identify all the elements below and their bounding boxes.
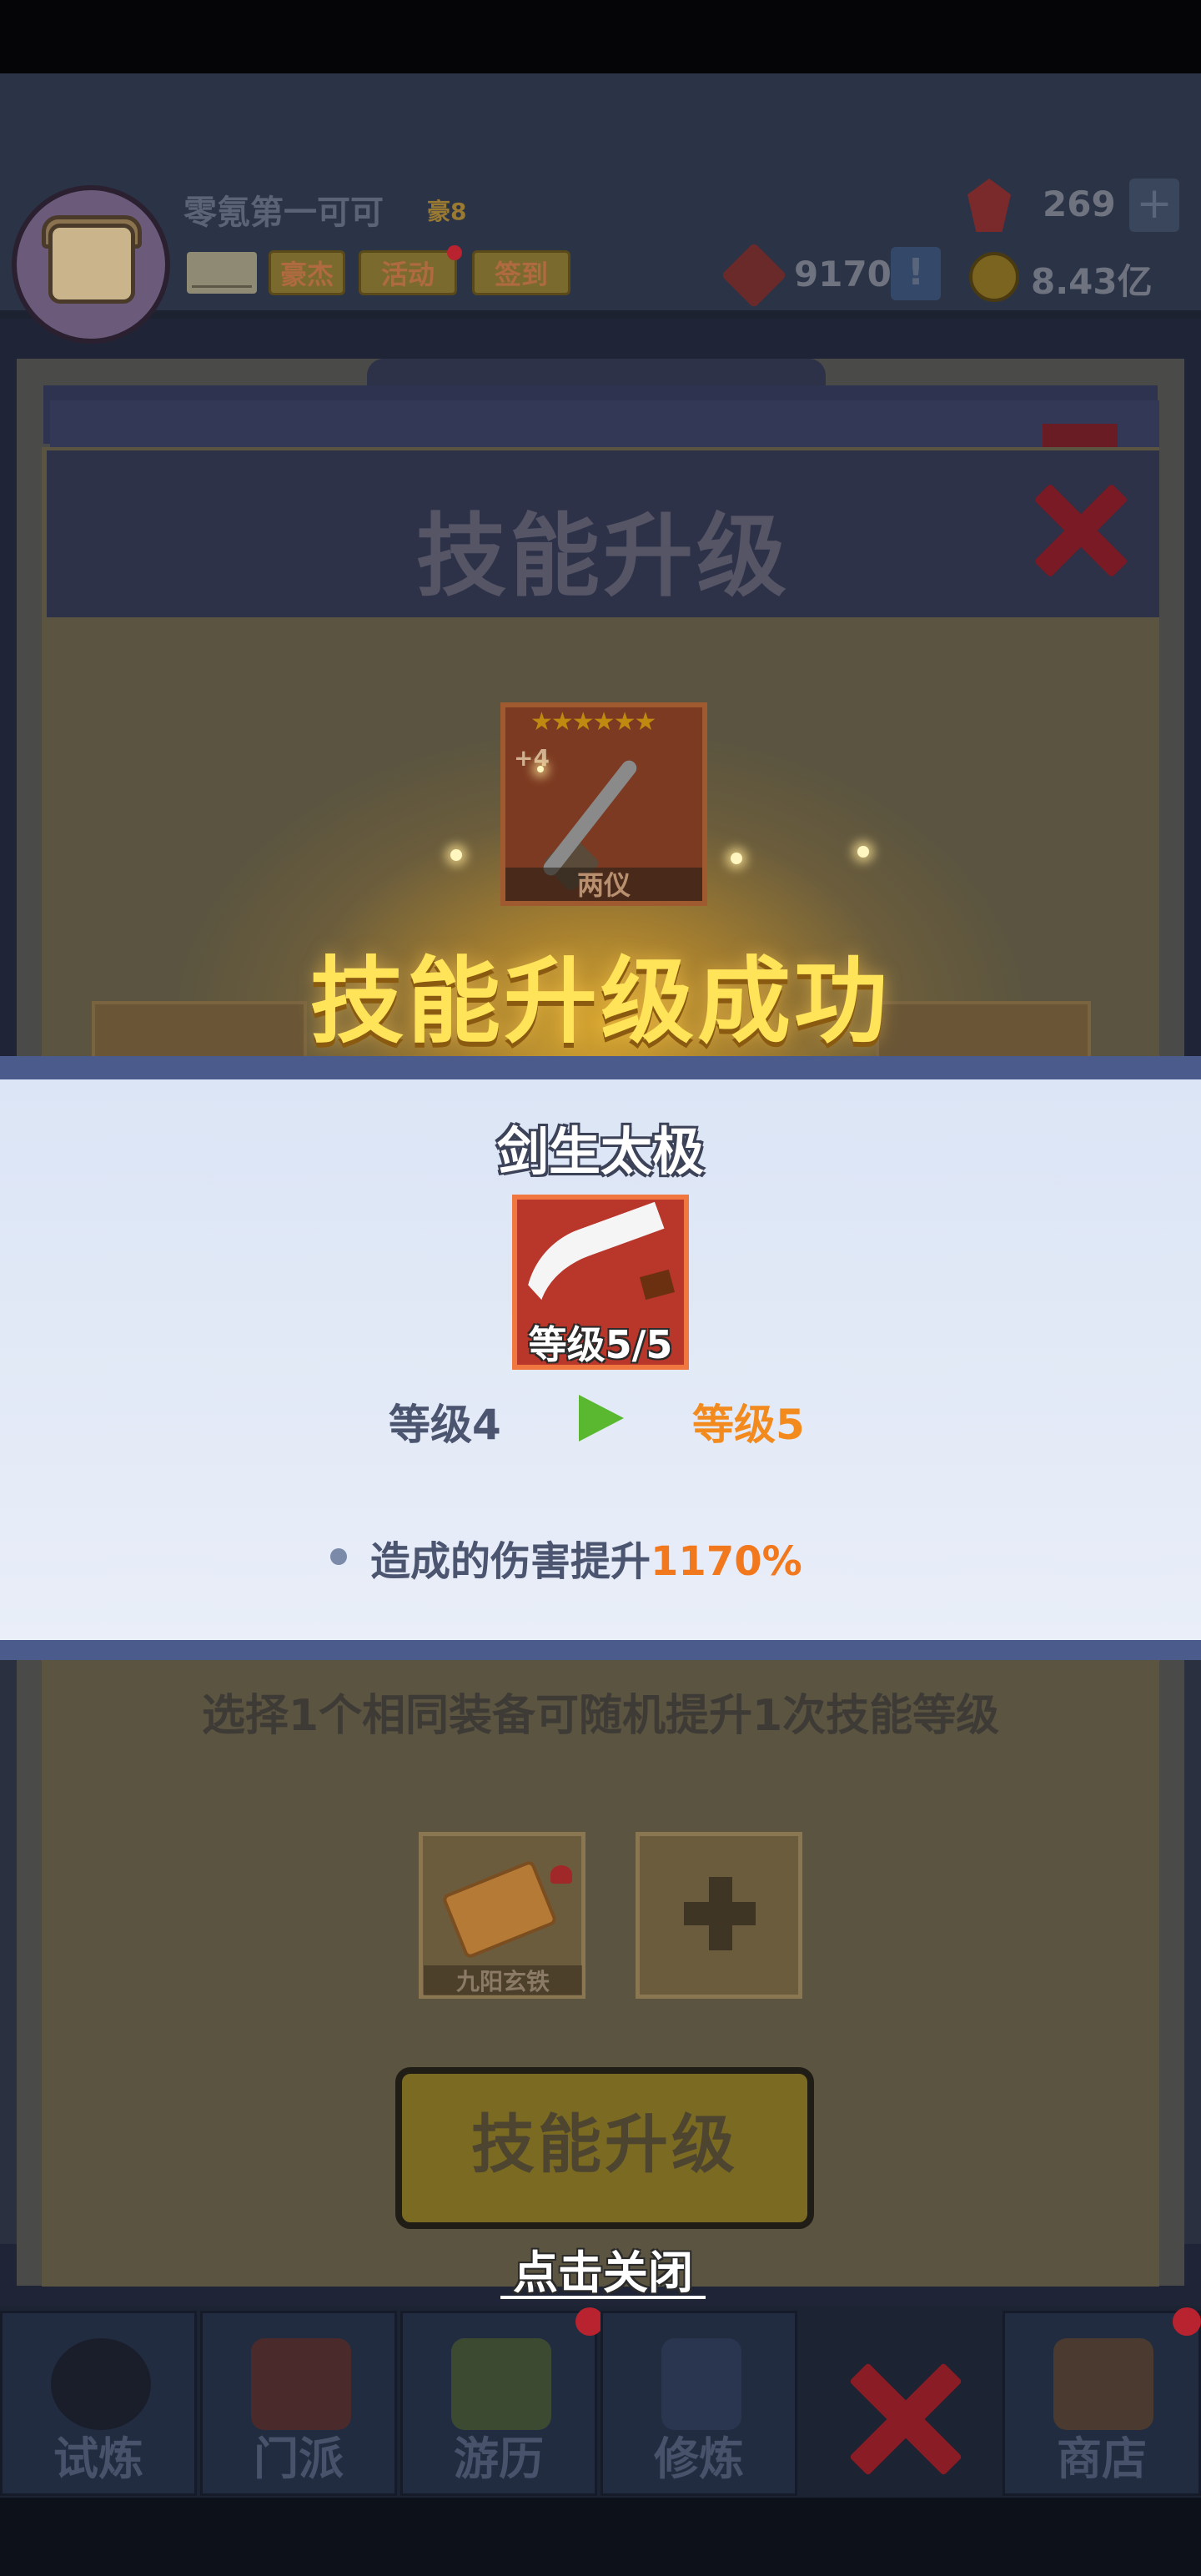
nav-tab-trial[interactable]: 试炼 (0, 2311, 197, 2496)
effect-line: 造成的伤害提升1170% (370, 1528, 802, 1587)
nav-tab-label: 商店 (1057, 2433, 1147, 2485)
sparkle-icon (731, 853, 742, 864)
mountain-icon (451, 2338, 551, 2430)
header-divider (0, 310, 1201, 319)
background-edge (0, 1660, 17, 2244)
nav-tab-label: 门派 (254, 2433, 344, 2485)
book-icon (661, 2338, 741, 2430)
chest-body (48, 224, 135, 304)
top-header (0, 73, 1201, 315)
level-to: 等级5 (692, 1401, 805, 1449)
add-ruby-button[interactable]: + (1129, 179, 1179, 232)
level-from: 等级4 (389, 1401, 501, 1449)
item-enhance-level: +4 (514, 744, 550, 772)
nav-footer (0, 2498, 1201, 2576)
instruction-text: 选择1个相同装备可随机提升1次技能等级 (201, 1691, 1000, 1741)
heart-icon (550, 1865, 572, 1884)
skill-level-badge: 等级5/5 (528, 1322, 673, 1367)
player-name: 零氪第一可可 (183, 194, 384, 232)
avatar[interactable] (12, 185, 170, 344)
dialog-title: 技能升级 (415, 505, 790, 609)
arrow-right-icon (579, 1395, 624, 1441)
item-stars: ★★★★★★ (530, 707, 656, 737)
background-bar (50, 400, 1159, 450)
banner-edge (0, 1640, 1201, 1660)
nav-tab-cultivate[interactable]: 修炼 (600, 2311, 797, 2496)
coin-icon (969, 252, 1019, 302)
plus-icon (709, 1877, 732, 1950)
ruby-count: 269 (1043, 184, 1116, 224)
nav-tab-sect[interactable]: 门派 (200, 2311, 397, 2496)
nav-tab-travel[interactable]: 游历 (400, 2311, 597, 2496)
heroes-button[interactable]: 豪杰 (269, 250, 345, 295)
effect-label: 造成的伤害提升 (370, 1538, 651, 1585)
close-icon[interactable] (1031, 480, 1131, 581)
vip-level: 豪8 (427, 198, 467, 225)
gate-icon (251, 2338, 351, 2430)
tap-to-close[interactable]: 点击关闭 (500, 2236, 706, 2302)
nav-tab-shop[interactable]: 商店 (1003, 2311, 1201, 2496)
nav-tab-label: 修炼 (654, 2433, 744, 2485)
checkin-button[interactable]: 签到 (472, 250, 570, 295)
coin-count: 8.43亿 (1031, 261, 1153, 302)
token-info-button[interactable]: ! (891, 247, 941, 300)
shop-icon (1053, 2338, 1153, 2430)
item-name: 两仪 (576, 869, 631, 901)
sparkle-icon (450, 849, 462, 861)
close-icon[interactable] (847, 2361, 964, 2478)
effect-value: 1170% (651, 1538, 802, 1585)
slot-item-name: 九阳玄铁 (455, 1968, 550, 1995)
nav-tab-label: 试炼 (53, 2433, 143, 2485)
banner-edge (0, 1056, 1201, 1079)
sparkle-icon (537, 766, 544, 772)
background-edge (1184, 1660, 1201, 2244)
nav-tab-label: 游历 (454, 2433, 544, 2485)
success-text: 技能升级成功 (310, 948, 891, 1056)
mail-icon[interactable] (187, 252, 257, 294)
sparkle-icon (857, 846, 869, 858)
events-button[interactable]: 活动 (359, 250, 457, 295)
skill-upgrade-button[interactable]: 技能升级 (395, 2067, 814, 2229)
bullet-icon (330, 1548, 347, 1565)
notification-dot (447, 245, 462, 260)
notification-dot (1173, 2307, 1201, 2336)
status-bar (0, 0, 1201, 73)
ninja-icon (51, 2338, 151, 2430)
skill-name: 剑生太极 (496, 1121, 704, 1182)
notification-dot (575, 2307, 604, 2336)
token-count: 9170 (794, 254, 892, 294)
tap-to-close-underline (500, 2296, 706, 2299)
